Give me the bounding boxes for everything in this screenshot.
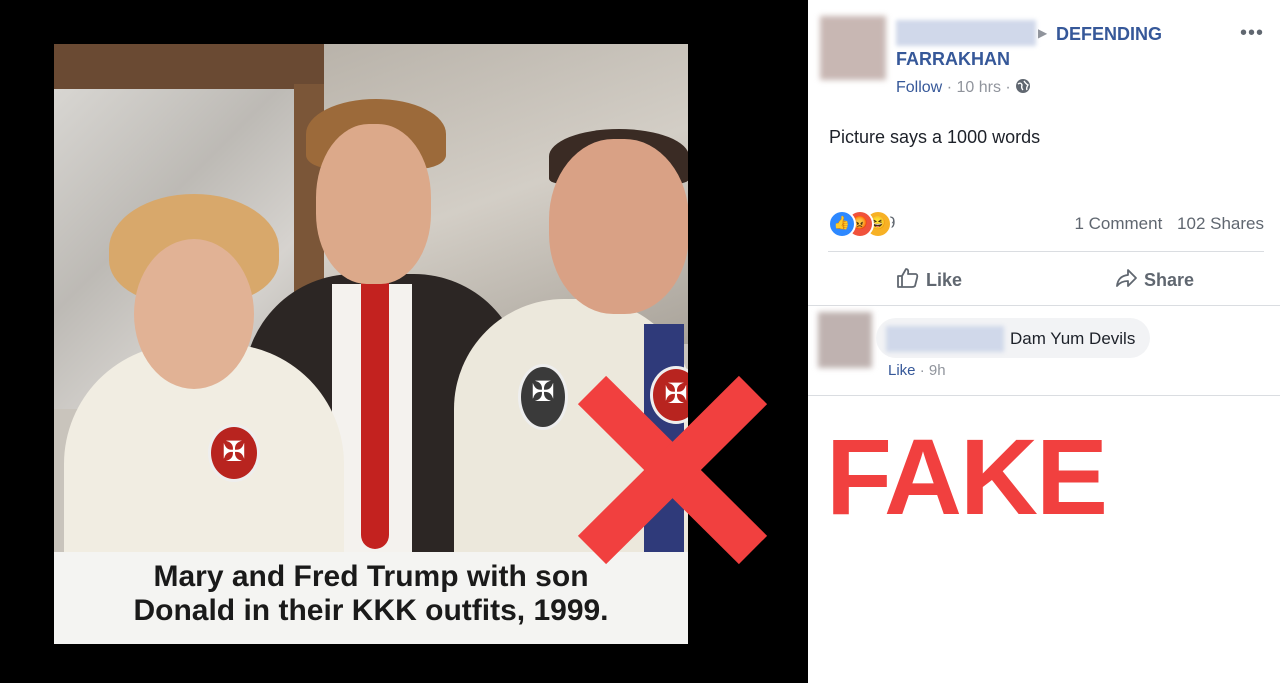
divider [828,251,1264,252]
meta-separator: · [1005,79,1011,96]
share-count-link[interactable]: 102 Shares [1177,214,1264,233]
donald-tie [361,279,389,549]
engagement-counts: 1 Comment 102 Shares [1074,214,1264,234]
fred-face [549,139,688,314]
like-button[interactable]: Like [896,266,962,291]
donald-face [316,124,431,284]
globe-icon[interactable] [1015,78,1031,94]
meta-separator: · [919,362,925,379]
caret-right-icon: ▶ [1038,26,1048,40]
divider [808,395,1280,396]
fake-verdict-label: FAKE [826,416,1108,537]
divider [808,305,1280,306]
comment-count-link[interactable]: 1 Comment [1074,214,1162,233]
comment-like-link[interactable]: Like [888,362,916,379]
comment-time[interactable]: 9h [929,362,946,379]
share-button-label: Share [1144,270,1195,290]
photo-caption-line2: Donald in their KKK outfits, 1999. [133,594,609,627]
robe-emblem-icon [208,424,260,482]
poster-avatar[interactable] [820,16,886,80]
more-options-icon[interactable]: ••• [1240,22,1264,45]
mary-face [134,239,254,389]
group-name-line1[interactable]: DEFENDING [1056,24,1162,45]
comment-meta: Like · 9h [888,362,946,379]
facebook-post: ▶ DEFENDING FARRAKHAN ••• Follow · 10 hr… [808,0,1280,683]
share-button[interactable]: Share [1114,266,1194,291]
follow-link[interactable]: Follow [896,79,942,96]
commenter-name-redacted[interactable] [886,326,1004,352]
meta-separator: · [946,79,953,96]
thumbs-up-icon [897,268,919,288]
poster-name-redacted[interactable] [896,20,1036,46]
post-time[interactable]: 10 hrs [956,79,1000,96]
group-name-line2[interactable]: FARRAKHAN [896,49,1010,70]
red-x-icon [577,375,768,565]
share-arrow-icon [1116,269,1137,287]
post-meta: Follow · 10 hrs · [896,78,1031,97]
commenter-avatar[interactable] [818,312,872,368]
like-reaction-icon: 👍 [828,210,856,238]
like-button-label: Like [926,270,963,290]
robe-emblem-icon [518,364,568,430]
post-text: Picture says a 1000 words [829,127,1041,147]
comment-text: Dam Yum Devils [1010,329,1136,348]
